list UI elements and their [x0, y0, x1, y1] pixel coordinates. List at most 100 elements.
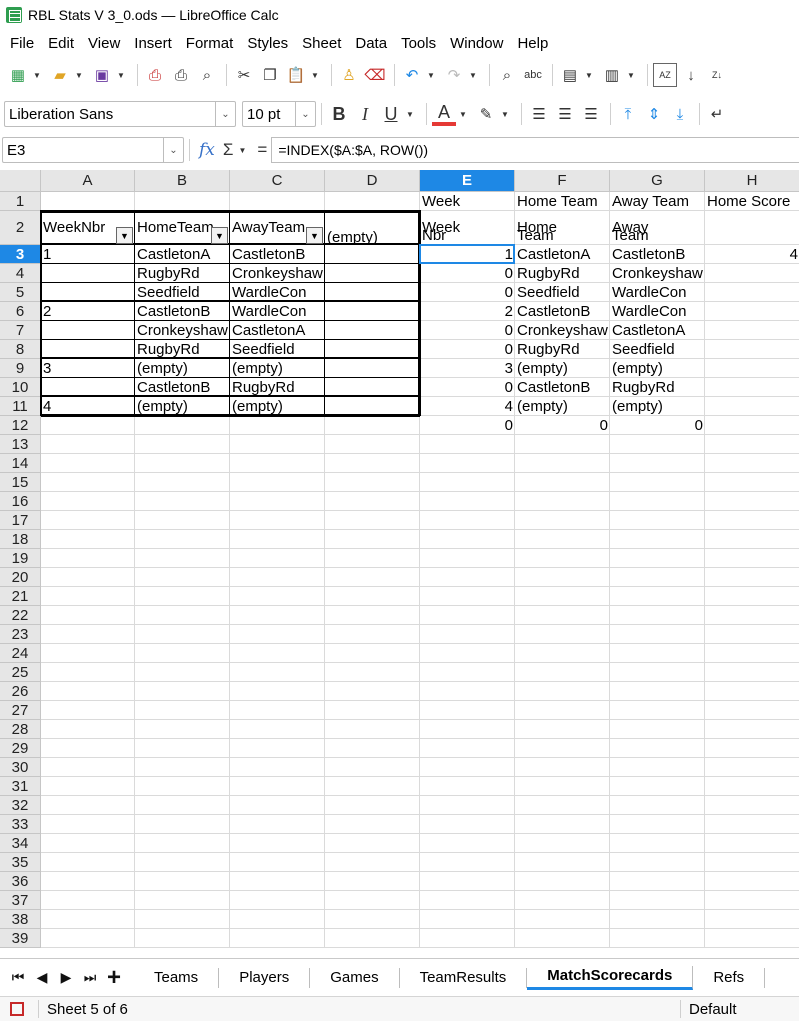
cell-c5[interactable]: WardleCon: [230, 284, 325, 302]
cell-c6[interactable]: WardleCon: [230, 303, 325, 321]
tab-teams[interactable]: Teams: [134, 967, 220, 988]
cell-g6[interactable]: WardleCon: [610, 303, 705, 321]
undo-icon[interactable]: ↶: [400, 63, 424, 87]
cell-e9[interactable]: 3: [420, 360, 515, 378]
print-icon[interactable]: ⎙: [169, 63, 193, 87]
row-header-27[interactable]: 27: [0, 701, 41, 720]
last-sheet-icon[interactable]: ⏭: [78, 969, 102, 986]
row-header-8[interactable]: 8: [0, 340, 41, 359]
row-header-14[interactable]: 14: [0, 454, 41, 473]
row-header-29[interactable]: 29: [0, 739, 41, 758]
align-top-icon[interactable]: ⤒: [616, 102, 640, 126]
cell-e10[interactable]: 0: [420, 379, 515, 397]
menu-format[interactable]: Format: [180, 35, 240, 52]
tab-teamresults[interactable]: TeamResults: [400, 967, 528, 988]
next-sheet-icon[interactable]: ▶: [54, 969, 78, 986]
row-header-28[interactable]: 28: [0, 720, 41, 739]
row-header-36[interactable]: 36: [0, 872, 41, 891]
cell-f7[interactable]: Cronkeyshaw: [515, 322, 610, 340]
column-header-g[interactable]: G: [610, 170, 705, 192]
font-size-combo[interactable]: 10 pt ⌄: [242, 101, 316, 127]
print-preview-icon[interactable]: ⌕: [195, 63, 219, 87]
row-header-22[interactable]: 22: [0, 606, 41, 625]
row-header-1[interactable]: 1: [0, 192, 41, 211]
function-wizard-icon[interactable]: fx: [199, 140, 215, 160]
row-header-7[interactable]: 7: [0, 321, 41, 340]
menu-styles[interactable]: Styles: [241, 35, 294, 52]
menu-tools[interactable]: Tools: [395, 35, 442, 52]
cell-g8[interactable]: Seedfield: [610, 341, 705, 359]
highlight-dropdown-icon[interactable]: ▼: [500, 102, 510, 126]
cell-f8[interactable]: RugbyRd: [515, 341, 610, 359]
cell-b10[interactable]: CastletonB: [135, 379, 230, 397]
cell-e2b[interactable]: Nbr: [420, 227, 515, 245]
menu-insert[interactable]: Insert: [128, 35, 178, 52]
cell-b9[interactable]: (empty): [135, 360, 230, 378]
cell-g4[interactable]: Cronkeyshaw: [610, 265, 705, 283]
cell-b7[interactable]: Cronkeyshaw: [135, 322, 230, 340]
open-folder-icon[interactable]: ▰: [48, 63, 72, 87]
save-dropdown-icon[interactable]: ▼: [116, 63, 126, 87]
autofilter-dropdown-icon[interactable]: ▼: [116, 227, 133, 244]
cell-b4[interactable]: RugbyRd: [135, 265, 230, 283]
cell-c10[interactable]: RugbyRd: [230, 379, 325, 397]
row-header-35[interactable]: 35: [0, 853, 41, 872]
cell-b6[interactable]: CastletonB: [135, 303, 230, 321]
row-header-39[interactable]: 39: [0, 929, 41, 948]
cell-f10[interactable]: CastletonB: [515, 379, 610, 397]
tab-matchscorecards[interactable]: MatchScorecards: [527, 965, 694, 990]
cell-c11[interactable]: (empty): [230, 398, 325, 416]
cell-g3[interactable]: CastletonB: [610, 246, 705, 264]
save-icon[interactable]: ▣: [90, 63, 114, 87]
page-style[interactable]: Default: [689, 1001, 799, 1018]
column-header-e[interactable]: E: [420, 170, 515, 192]
sort-ascending-icon[interactable]: ↓: [679, 63, 703, 87]
paste-dropdown-icon[interactable]: ▼: [310, 63, 320, 87]
autofilter-dropdown-icon[interactable]: ▼: [306, 227, 323, 244]
first-sheet-icon[interactable]: ⏮: [6, 969, 30, 986]
menu-data[interactable]: Data: [349, 35, 393, 52]
cell-h3[interactable]: 4: [705, 246, 799, 264]
highlight-color-icon[interactable]: ✎: [474, 102, 498, 126]
row-header-13[interactable]: 13: [0, 435, 41, 454]
copy-icon[interactable]: ❐: [258, 63, 282, 87]
sort-descending-icon[interactable]: Z↓: [705, 63, 729, 87]
row-header-30[interactable]: 30: [0, 758, 41, 777]
tab-games[interactable]: Games: [310, 967, 400, 988]
cell-f5[interactable]: Seedfield: [515, 284, 610, 302]
row-header-3[interactable]: 3: [0, 245, 41, 264]
cell-e8[interactable]: 0: [420, 341, 515, 359]
cell-f9[interactable]: (empty): [515, 360, 610, 378]
cell-g10[interactable]: RugbyRd: [610, 379, 705, 397]
row-header-21[interactable]: 21: [0, 587, 41, 606]
cell-g7[interactable]: CastletonA: [610, 322, 705, 340]
undo-dropdown-icon[interactable]: ▼: [426, 63, 436, 87]
paste-icon[interactable]: 📋: [284, 63, 308, 87]
sum-icon[interactable]: Σ: [223, 140, 234, 160]
cell-b5[interactable]: Seedfield: [135, 284, 230, 302]
menu-edit[interactable]: Edit: [42, 35, 80, 52]
underline-dropdown-icon[interactable]: ▼: [405, 102, 415, 126]
row-header-26[interactable]: 26: [0, 682, 41, 701]
previous-sheet-icon[interactable]: ◀: [30, 969, 54, 986]
row-header-37[interactable]: 37: [0, 891, 41, 910]
row-header-24[interactable]: 24: [0, 644, 41, 663]
row-header-23[interactable]: 23: [0, 625, 41, 644]
wrap-text-icon[interactable]: ↵: [705, 102, 729, 126]
new-document-icon[interactable]: ▦: [6, 63, 30, 87]
row-header-15[interactable]: 15: [0, 473, 41, 492]
cell-g11[interactable]: (empty): [610, 398, 705, 416]
cell-a9[interactable]: 3: [41, 360, 135, 378]
italic-button[interactable]: I: [353, 102, 377, 126]
cell-a6[interactable]: 2: [41, 303, 135, 321]
align-left-icon[interactable]: ☰: [527, 102, 551, 126]
cell-f12[interactable]: 0: [515, 417, 610, 435]
export-pdf-icon[interactable]: ⎙: [143, 63, 167, 87]
row-header-33[interactable]: 33: [0, 815, 41, 834]
menu-sheet[interactable]: Sheet: [296, 35, 347, 52]
cut-icon[interactable]: ✂: [232, 63, 256, 87]
font-color-dropdown-icon[interactable]: ▼: [458, 102, 468, 126]
clear-formatting-icon[interactable]: ⌫: [363, 63, 387, 87]
select-all-corner[interactable]: [0, 170, 41, 192]
cell-b3[interactable]: CastletonA: [135, 246, 230, 264]
